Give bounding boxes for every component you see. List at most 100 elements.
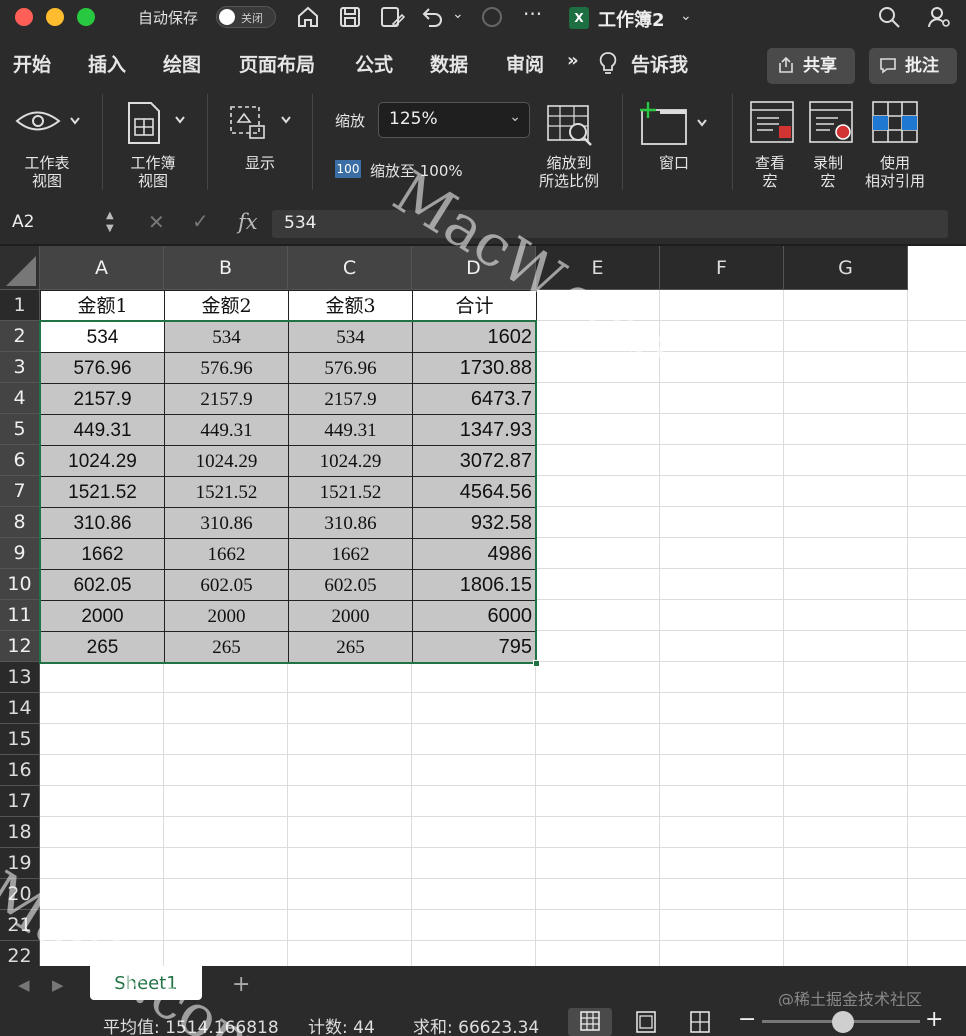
row-header-10[interactable]: 10	[0, 569, 40, 600]
column-header-d[interactable]: D	[412, 246, 536, 290]
view-macros-label[interactable]: 查看宏	[748, 154, 792, 190]
data-cell[interactable]: 1662	[164, 538, 289, 570]
more-icon[interactable]: ···	[523, 2, 549, 28]
data-cell[interactable]: 2000	[40, 600, 165, 632]
data-cell[interactable]: 265	[164, 631, 289, 663]
zoom-out-button[interactable]: −	[738, 1007, 756, 1032]
header-cell[interactable]: 金额3	[288, 290, 413, 322]
record-macro-label[interactable]: 录制宏	[806, 154, 850, 190]
data-cell[interactable]: 265	[288, 631, 413, 663]
tab-data[interactable]: 数据	[430, 50, 468, 77]
data-cell[interactable]: 1521.52	[164, 476, 289, 508]
row-header-6[interactable]: 6	[0, 445, 40, 476]
tab-review[interactable]: 审阅	[506, 50, 544, 77]
total-cell[interactable]: 1806.15	[412, 569, 537, 601]
column-header-c[interactable]: C	[288, 246, 412, 290]
row-header-2[interactable]: 2	[0, 321, 40, 352]
close-window-button[interactable]	[15, 8, 33, 26]
row-header-20[interactable]: 20	[0, 879, 40, 910]
header-cell[interactable]: 合计	[412, 290, 537, 322]
view-macros-icon[interactable]	[749, 100, 795, 146]
save-as-icon[interactable]	[379, 4, 405, 30]
total-cell[interactable]: 932.58	[412, 507, 537, 539]
total-cell[interactable]: 1347.93	[412, 414, 537, 446]
show-icon[interactable]	[228, 102, 296, 144]
row-header-14[interactable]: 14	[0, 693, 40, 724]
total-cell[interactable]: 1730.88	[412, 352, 537, 384]
row-header-7[interactable]: 7	[0, 476, 40, 507]
confirm-entry-icon[interactable]: ✓	[192, 209, 209, 233]
data-cell[interactable]: 534	[40, 321, 165, 353]
relative-references-label[interactable]: 使用 相对引用	[860, 154, 930, 190]
row-header-18[interactable]: 18	[0, 817, 40, 848]
data-cell[interactable]: 265	[40, 631, 165, 663]
formula-input[interactable]: 534	[272, 210, 948, 238]
zoom-window-button[interactable]	[77, 8, 95, 26]
save-icon[interactable]	[337, 4, 363, 30]
name-box[interactable]: A2	[12, 212, 34, 232]
data-cell[interactable]: 2000	[164, 600, 289, 632]
data-cell[interactable]: 2157.9	[164, 383, 289, 415]
data-cell[interactable]: 1024.29	[40, 445, 165, 477]
data-cell[interactable]: 1024.29	[288, 445, 413, 477]
data-cell[interactable]: 534	[164, 321, 289, 353]
workbook-view-icon[interactable]	[126, 100, 192, 146]
add-sheet-button[interactable]: +	[232, 972, 250, 997]
zoom-to-selection-label[interactable]: 缩放到 所选比例	[534, 154, 604, 190]
total-cell[interactable]: 6000	[412, 600, 537, 632]
total-cell[interactable]: 3072.87	[412, 445, 537, 477]
tell-me-search[interactable]: 告诉我	[631, 50, 688, 77]
record-macro-icon[interactable]	[808, 100, 854, 146]
data-cell[interactable]: 310.86	[288, 507, 413, 539]
tab-insert[interactable]: 插入	[88, 50, 126, 77]
data-cell[interactable]: 2157.9	[40, 383, 165, 415]
total-cell[interactable]: 795	[412, 631, 537, 663]
zoom-to-selection-icon[interactable]	[546, 104, 594, 148]
minimize-window-button[interactable]	[46, 8, 64, 26]
data-cell[interactable]: 310.86	[40, 507, 165, 539]
row-header-1[interactable]: 1	[0, 290, 40, 321]
column-header-g[interactable]: G	[784, 246, 908, 290]
column-header-a[interactable]: A	[40, 246, 164, 290]
window-label[interactable]: 窗口	[652, 154, 696, 172]
search-icon[interactable]	[876, 4, 902, 30]
row-header-8[interactable]: 8	[0, 507, 40, 538]
header-cell[interactable]: 金额2	[164, 290, 289, 322]
data-cell[interactable]: 534	[288, 321, 413, 353]
next-sheet-icon[interactable]: ▶	[52, 976, 64, 994]
row-header-12[interactable]: 12	[0, 631, 40, 662]
tab-formulas[interactable]: 公式	[355, 50, 393, 77]
cancel-entry-icon[interactable]: ✕	[148, 210, 165, 234]
row-header-19[interactable]: 19	[0, 848, 40, 879]
data-cell[interactable]: 602.05	[164, 569, 289, 601]
data-cell[interactable]: 1662	[40, 538, 165, 570]
total-cell[interactable]: 4564.56	[412, 476, 537, 508]
row-header-4[interactable]: 4	[0, 383, 40, 414]
data-cell[interactable]: 2157.9	[288, 383, 413, 415]
sheet-view-label[interactable]: 工作表 视图	[18, 154, 76, 190]
normal-view-button[interactable]	[568, 1008, 612, 1036]
zoom-100-icon[interactable]: 100	[335, 160, 361, 178]
row-header-17[interactable]: 17	[0, 786, 40, 817]
column-header-b[interactable]: B	[164, 246, 288, 290]
account-icon[interactable]	[926, 4, 952, 30]
header-cell[interactable]: 金额1	[40, 290, 165, 322]
share-button[interactable]: 共享	[767, 48, 855, 84]
data-cell[interactable]: 449.31	[40, 414, 165, 446]
fill-handle[interactable]	[533, 660, 540, 667]
page-layout-view-button[interactable]	[624, 1008, 668, 1036]
data-cell[interactable]: 1662	[288, 538, 413, 570]
comments-button[interactable]: 批注	[869, 48, 957, 84]
name-box-stepper-icon[interactable]: ▲ ▼	[106, 209, 114, 235]
row-header-3[interactable]: 3	[0, 352, 40, 383]
total-cell[interactable]: 4986	[412, 538, 537, 570]
data-cell[interactable]: 449.31	[164, 414, 289, 446]
data-cell[interactable]: 576.96	[288, 352, 413, 384]
data-cell[interactable]: 1521.52	[288, 476, 413, 508]
column-header-f[interactable]: F	[660, 246, 784, 290]
show-label[interactable]: 显示	[240, 154, 280, 172]
row-header-13[interactable]: 13	[0, 662, 40, 693]
data-cell[interactable]: 1521.52	[40, 476, 165, 508]
undo-icon[interactable]	[419, 4, 445, 30]
zoom-select[interactable]: 125% ⌄	[378, 102, 530, 138]
